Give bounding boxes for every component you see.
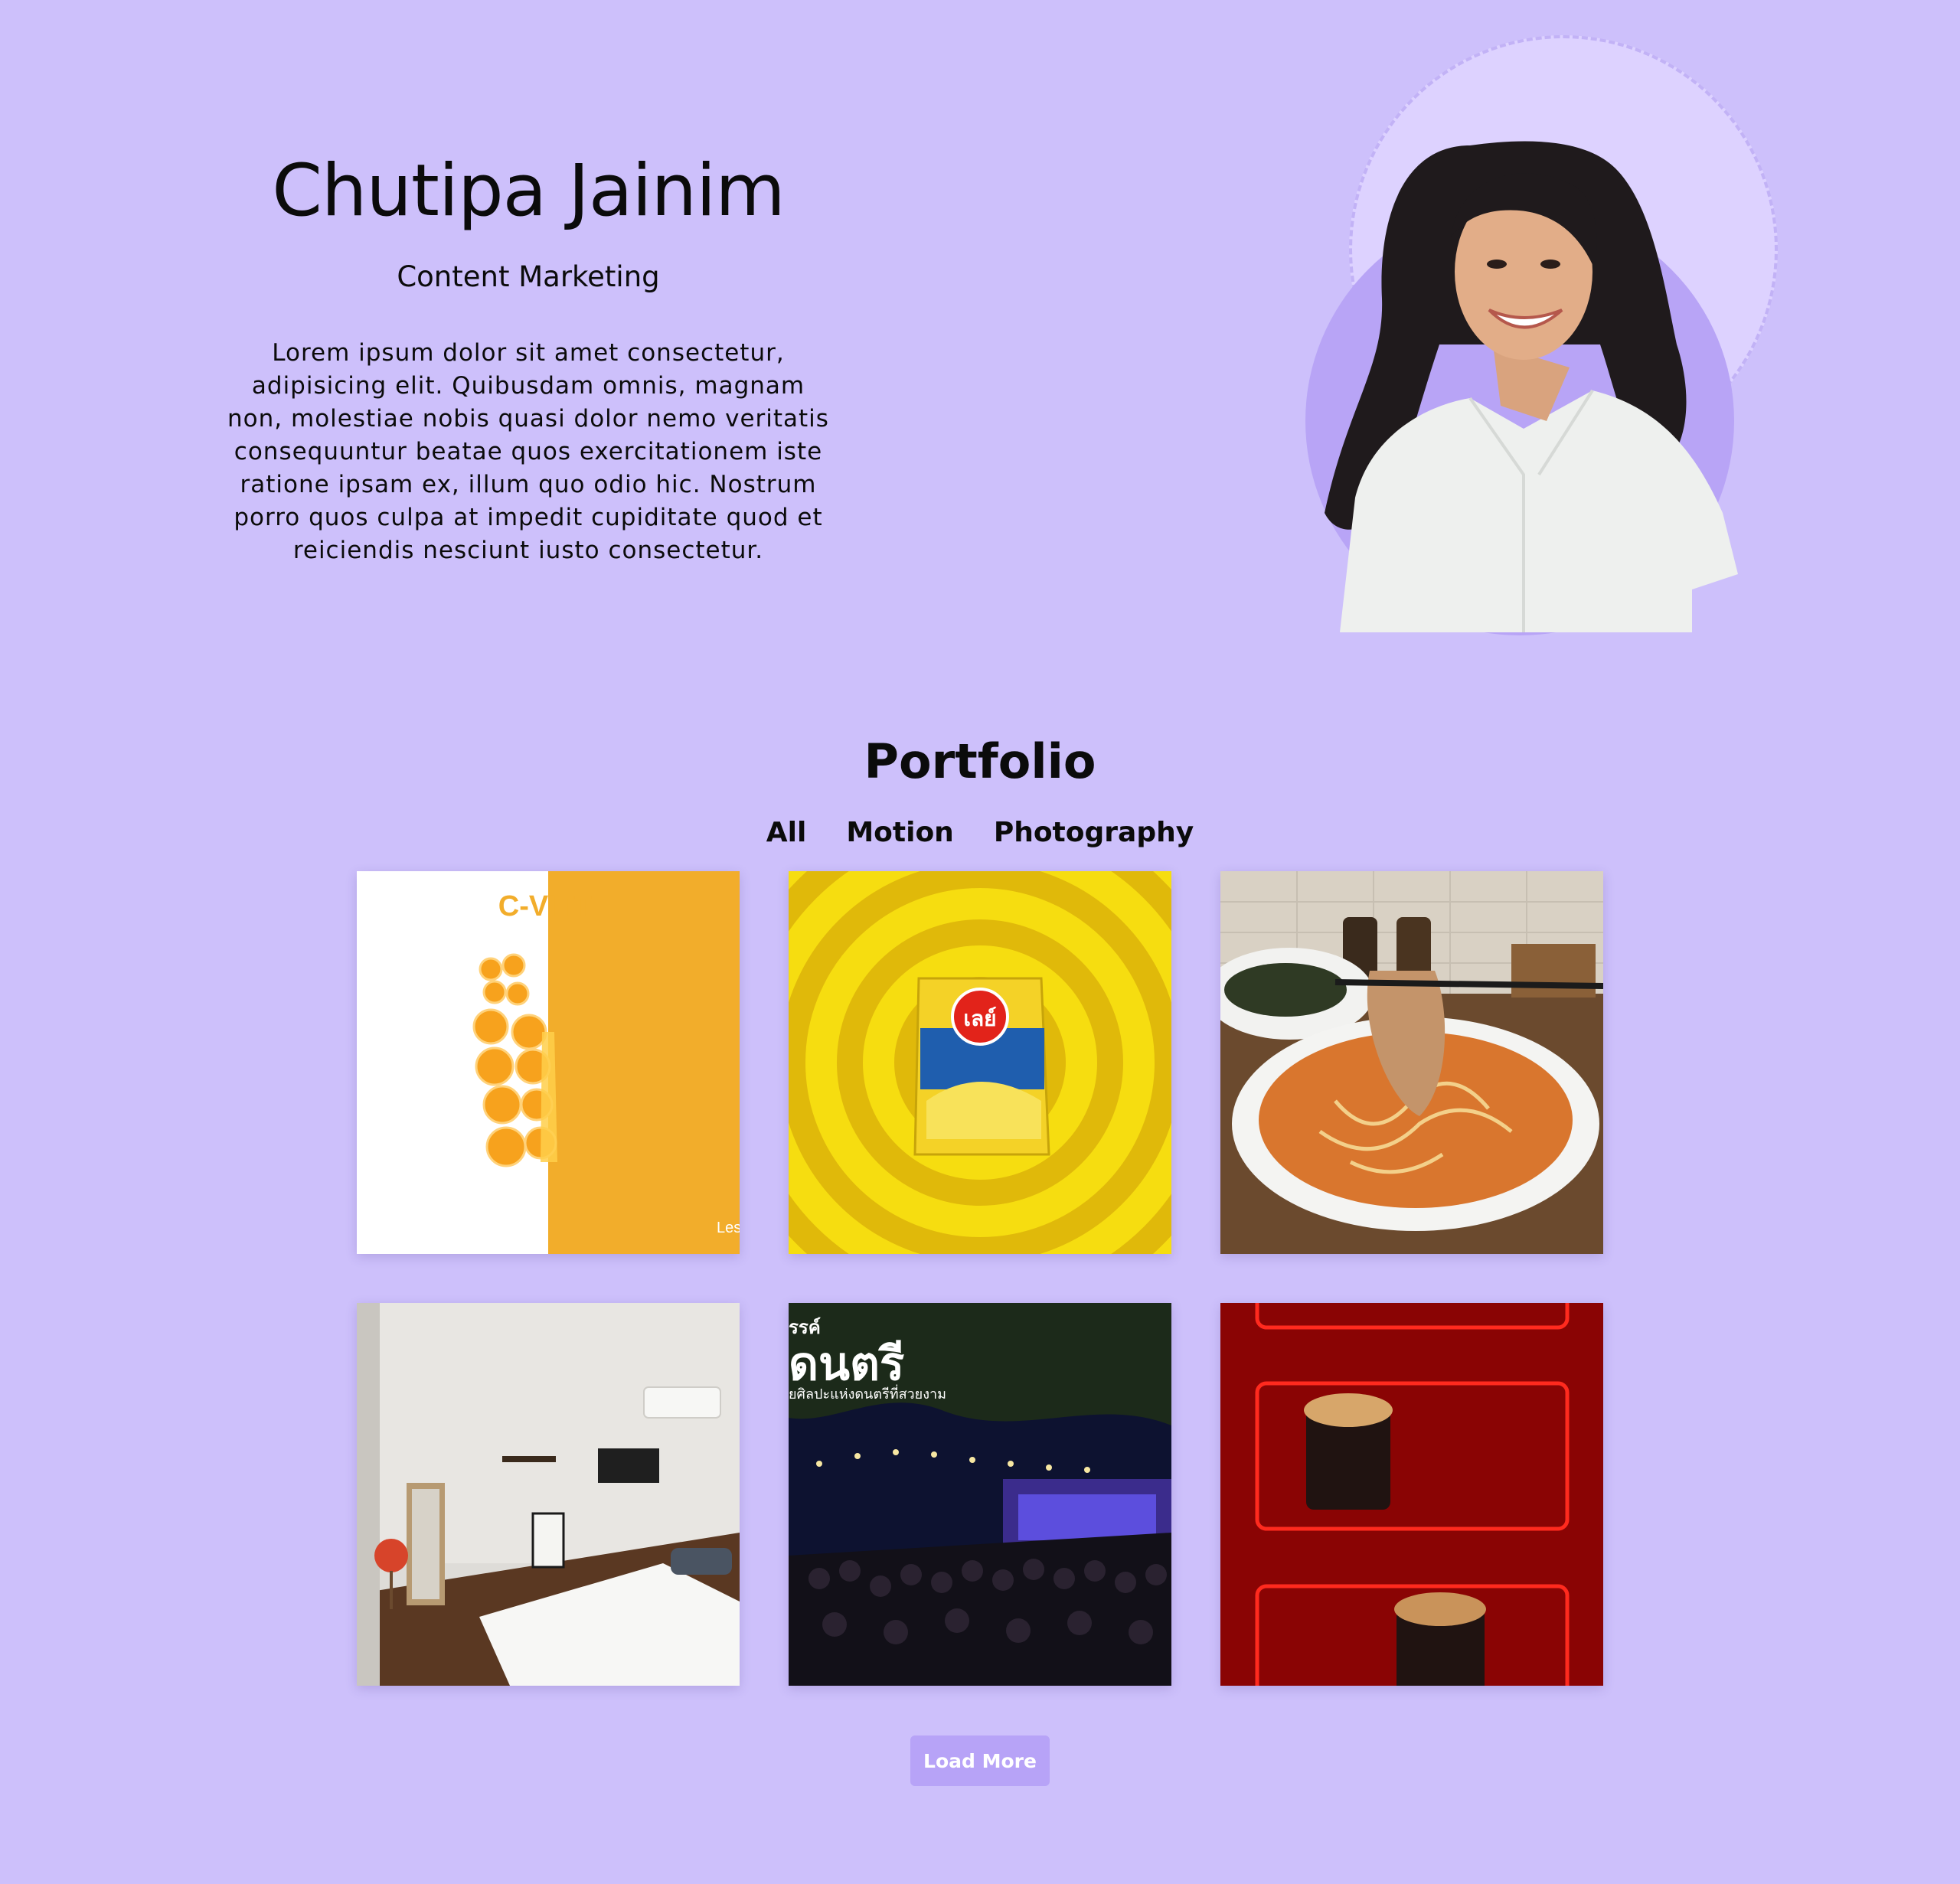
portfolio-item-concert[interactable]: รรค์ ดนตรี ยศิลปะแห่งดนตรีที่สวยงาม [789,1303,1171,1686]
noodles-photo [1220,871,1603,1254]
portfolio-item-cvitt[interactable]: C-VITT Les [357,871,740,1254]
cvitt-brand-text: C-VITT [498,890,592,922]
concert-subline-text: ยศิลปะแห่งดนตรีที่สวยงาม [789,1384,946,1402]
lays-artwork: เลย์ [789,871,1171,1254]
filter-tab-motion[interactable]: Motion [846,811,953,854]
concert-prefix-text: รรค์ [789,1317,821,1338]
portfolio-item-bedroom[interactable] [357,1303,740,1686]
cvitt-artwork: C-VITT Les [357,871,740,1254]
hero-role: Content Marketing [397,260,660,293]
concert-photo: รรค์ ดนตรี ยศิลปะแห่งดนตรีที่สวยงาม [789,1303,1171,1686]
portrait-image [1325,141,1738,632]
hero-photo [1294,31,1792,635]
hero-section: Chutipa Jainim Content Marketing Lorem i… [184,138,873,567]
portfolio-item-noodles[interactable] [1220,871,1603,1254]
portfolio-filters: All Motion Photography [0,811,1960,854]
concert-headline-text: ดนตรี [789,1337,904,1391]
portfolio-item-coffee[interactable] [1220,1303,1603,1686]
load-more-button[interactable]: Load More [910,1735,1050,1786]
filter-tab-all[interactable]: All [766,811,807,854]
bedroom-photo [357,1303,740,1686]
coffee-artwork [1220,1303,1603,1686]
filter-tab-photography[interactable]: Photography [994,811,1194,854]
portfolio-grid: C-VITT Les เลย์ รรค์ ดนตรี ยศิลปะแห่งดนต… [357,871,1603,1686]
lays-brand-text: เลย์ [963,1006,996,1031]
portfolio-item-lays[interactable]: เลย์ [789,871,1171,1254]
portfolio-title: Portfolio [864,733,1096,789]
hero-description: Lorem ipsum dolor sit amet consectetur, … [227,339,829,564]
cvitt-corner-text: Les [717,1220,740,1236]
hero-name: Chutipa Jainim [272,149,786,233]
page: Chutipa Jainim Content Marketing Lorem i… [0,0,1960,1884]
